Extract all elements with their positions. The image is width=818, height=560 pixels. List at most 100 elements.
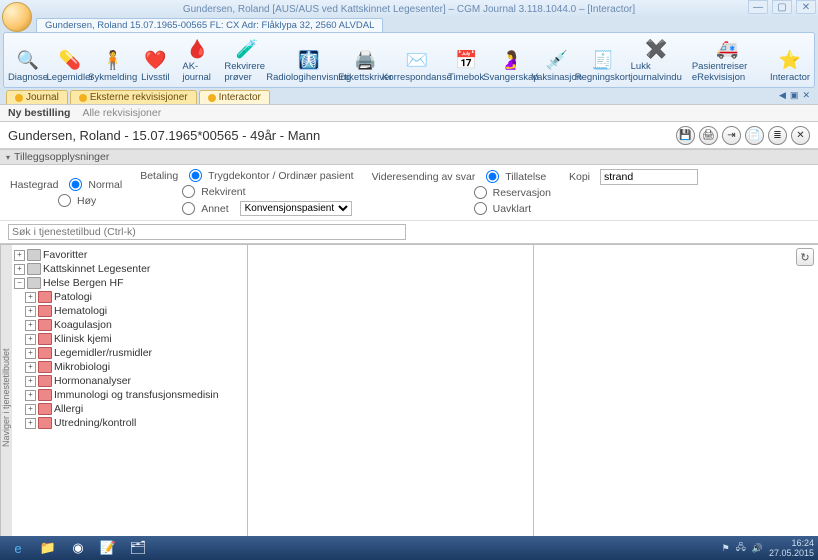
tree-label: Favoritter [43, 249, 87, 261]
ribbon-etikettskriver[interactable]: 🖨️Etikettskriver [343, 35, 388, 85]
export-button[interactable]: ⇥ [722, 126, 741, 145]
taskbar-app-icon[interactable]: 🗂 [124, 538, 152, 558]
tree-node[interactable]: + Koagulasjon [25, 318, 245, 332]
ribbon-timebok[interactable]: 📅Timebok [446, 35, 486, 85]
hastegrad-normal-label: Normal [88, 179, 122, 191]
maximize-button[interactable]: ▢ [772, 0, 792, 14]
ribbon-svangerskap[interactable]: 🤰Svangerskap [488, 35, 533, 85]
folder-icon [38, 361, 52, 373]
expand-icon[interactable]: + [25, 390, 36, 401]
betaling-trygd-radio[interactable] [189, 169, 202, 182]
tray-network-icon[interactable]: 🖧 [736, 540, 746, 556]
tree-node[interactable]: +Allergi [25, 402, 245, 416]
close-button[interactable]: ✕ [796, 0, 816, 14]
subtab-alle-rekvisisjoner[interactable]: Alle rekvisisjoner [82, 107, 161, 119]
collapse-icon[interactable]: − [14, 278, 25, 289]
panel-back-icon[interactable]: ◀ [779, 90, 786, 101]
tray-flag-icon[interactable]: ⚑ [722, 543, 730, 554]
ribbon-korrespondanse[interactable]: ✉️Korrespondanse [390, 35, 445, 85]
hastegrad-hoy-radio[interactable] [58, 194, 71, 207]
betaling-annet-select[interactable]: Konvensjonspasient [240, 201, 352, 216]
videresending-uavklart-radio[interactable] [474, 202, 487, 215]
tray-clock[interactable]: 16:24 27.05.2015 [769, 538, 814, 558]
ribbon-diagnose[interactable]: 🔍Diagnose [8, 35, 48, 85]
expand-icon[interactable]: + [25, 320, 36, 331]
ribbon-legemidler[interactable]: 💊Legemidler [50, 35, 90, 85]
tree-node[interactable]: +Mikrobiologi [25, 360, 245, 374]
patient-header: Gundersen, Roland - 15.07.1965*00565 - 4… [0, 122, 818, 149]
side-strip[interactable]: Naviger i tjenestetilbudet [0, 245, 12, 560]
hastegrad-normal-radio[interactable] [69, 178, 82, 191]
tree-node[interactable]: +Utredning/kontroll [25, 416, 245, 430]
videresending-tillatelse-radio[interactable] [486, 170, 499, 183]
videresending-tillatelse-label: Tillatelse [505, 171, 546, 183]
expand-icon[interactable]: + [25, 376, 36, 387]
ribbon-regningskort[interactable]: 🧾Regningskort [580, 35, 626, 85]
expand-icon[interactable]: + [25, 292, 36, 303]
panel-restore-icon[interactable]: ▣ [790, 90, 799, 101]
expand-icon[interactable]: + [25, 348, 36, 359]
middle-panel: ▸ [248, 245, 534, 560]
ribbon-sykmelding[interactable]: 🧍Sykmelding [92, 35, 133, 85]
collapse-icon: ▾ [6, 153, 10, 162]
tree-node[interactable]: +Hematologi [25, 304, 245, 318]
taskbar-chrome-icon[interactable]: ◉ [64, 538, 92, 558]
tree-node[interactable]: −Helse Bergen HF [14, 276, 245, 290]
list-button[interactable]: ≣ [768, 126, 787, 145]
kopi-input[interactable] [600, 169, 698, 185]
right-panel: ↻ ▸ [534, 245, 818, 560]
module-tab-journal[interactable]: Journal [6, 90, 68, 104]
ribbon-radiologihenvisning[interactable]: 🩻Radiologihenvisning [277, 35, 341, 85]
expand-icon[interactable]: + [25, 306, 36, 317]
taskbar-notepad-icon[interactable]: 📝 [94, 538, 122, 558]
expand-icon[interactable]: + [25, 418, 36, 429]
refresh-button[interactable]: ↻ [796, 248, 814, 266]
kopi-label: Kopi [569, 171, 590, 183]
tree-node[interactable]: +Patologi [25, 290, 245, 304]
tree-node[interactable]: +Immunologi og transfusjonsmedisin [25, 388, 245, 402]
module-tab-interactor[interactable]: Interactor [199, 90, 270, 104]
close-panel-button[interactable]: ✕ [791, 126, 810, 145]
expand-icon[interactable]: + [25, 334, 36, 345]
system-tray[interactable]: ⚑ 🖧 🔊 16:24 27.05.2015 [722, 538, 814, 558]
ribbon-livsstil[interactable]: ❤️Livsstil [135, 35, 175, 85]
document-tab[interactable]: Gundersen, Roland 15.07.1965-00565 FL: C… [36, 18, 383, 32]
module-tab-row: JournalEksterne rekvisisjonerInteractor … [0, 88, 818, 104]
save-button[interactable]: 💾 [676, 126, 695, 145]
tree-node[interactable]: +Legemidler/rusmidler [25, 346, 245, 360]
tree-node[interactable]: +Kattskinnet Legesenter [14, 262, 245, 276]
tray-sound-icon[interactable]: 🔊 [752, 543, 763, 554]
app-orb-icon[interactable] [2, 2, 32, 32]
expand-icon[interactable]: + [25, 362, 36, 373]
document-button[interactable]: 📄 [745, 126, 764, 145]
search-row [0, 220, 818, 244]
etikettskriver-icon: 🖨️ [351, 48, 379, 72]
ribbon-lukk-journalvindu[interactable]: ✖️Lukk journalvindu [628, 35, 685, 85]
expand-icon[interactable]: + [14, 250, 25, 261]
print-button[interactable]: 🖨 [699, 126, 718, 145]
betaling-rekvirent-radio[interactable] [182, 185, 195, 198]
panel-close-icon[interactable]: ✕ [802, 90, 810, 101]
ribbon-pasientreiser-erekvisisjon[interactable]: 🚑Pasientreiser eRekvisisjon [687, 35, 768, 85]
videresending-reservasjon-radio[interactable] [474, 186, 487, 199]
taskbar-explorer-icon[interactable]: 📁 [34, 538, 62, 558]
service-search-input[interactable] [8, 224, 406, 240]
folder-icon [38, 403, 52, 415]
expand-icon[interactable]: + [25, 404, 36, 415]
minimize-button[interactable]: — [748, 0, 768, 14]
ribbon-vaksinasjon[interactable]: 💉Vaksinasjon [536, 35, 578, 85]
betaling-annet-radio[interactable] [182, 202, 195, 215]
tree-node[interactable]: +Hormonanalyser [25, 374, 245, 388]
taskbar-ie-icon[interactable]: e [4, 538, 32, 558]
tree-label: Koagulasjon [54, 319, 112, 331]
section-header[interactable]: ▾ Tilleggsopplysninger [0, 149, 818, 165]
subtab-ny-bestilling[interactable]: Ny bestilling [8, 107, 70, 119]
module-tab-eksterne-rekvisisjoner[interactable]: Eksterne rekvisisjoner [70, 90, 197, 104]
ribbon-interactor[interactable]: ⭐Interactor [770, 35, 810, 85]
tree-node[interactable]: +Klinisk kjemi [25, 332, 245, 346]
svangerskap-icon: 🤰 [497, 48, 525, 72]
expand-icon[interactable]: + [14, 264, 25, 275]
ribbon-ak-journal[interactable]: 🩸AK-journal [177, 35, 217, 85]
korrespondanse-icon: ✉️ [403, 48, 431, 72]
tree-node[interactable]: + Favoritter [14, 248, 245, 262]
